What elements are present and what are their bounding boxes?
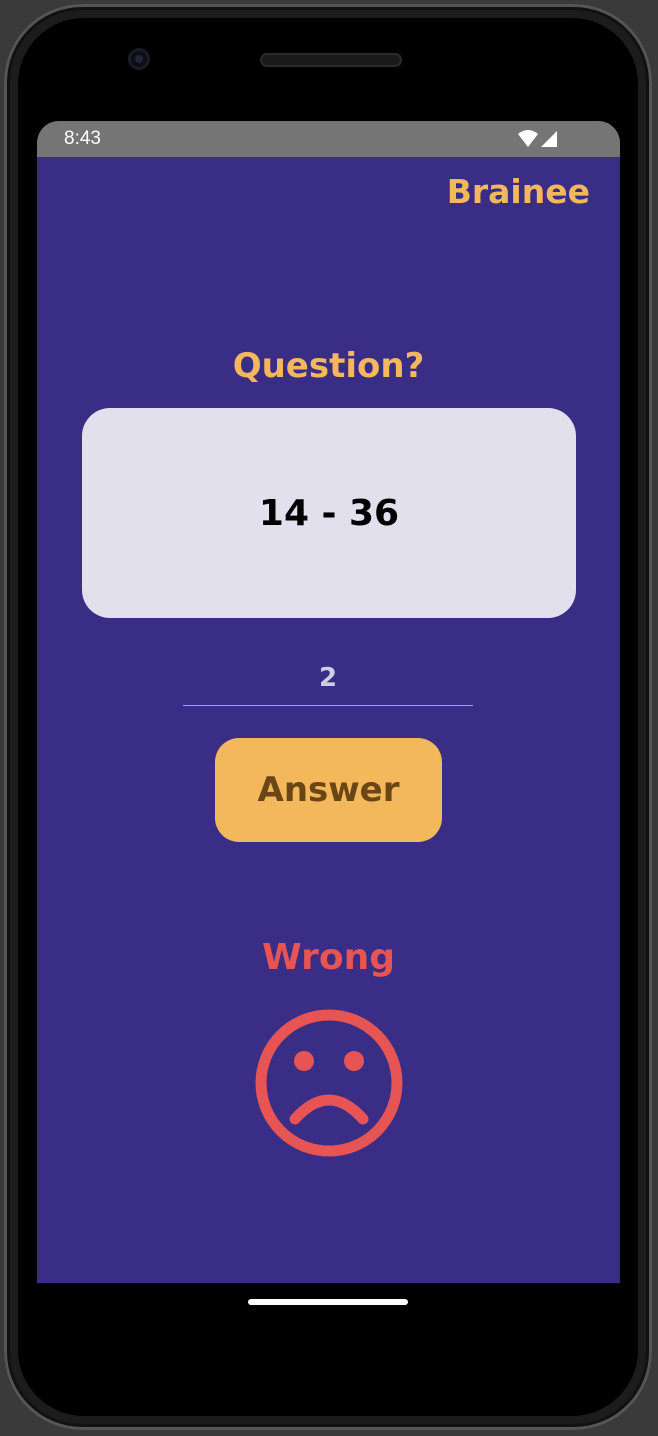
status-time: 8:43 — [64, 128, 101, 149]
front-camera — [128, 48, 150, 70]
earpiece-speaker — [260, 53, 402, 67]
sad-face-icon — [255, 1009, 403, 1157]
status-bar: 8:43 — [37, 121, 620, 157]
status-icons — [518, 130, 557, 147]
result-label: Wrong — [262, 937, 395, 978]
app-brand-title: Brainee — [446, 172, 590, 211]
wifi-icon — [518, 130, 538, 147]
app-screen: 8:43 Brainee Question? 14 - 36 Answer Wr… — [37, 121, 620, 1283]
question-card: 14 - 36 — [82, 408, 576, 618]
question-expression: 14 - 36 — [258, 492, 400, 534]
question-label: Question? — [232, 346, 425, 386]
cellular-signal-icon — [541, 131, 557, 147]
answer-button[interactable]: Answer — [215, 738, 442, 842]
home-indicator[interactable] — [248, 1299, 408, 1305]
answer-input[interactable] — [183, 651, 473, 706]
